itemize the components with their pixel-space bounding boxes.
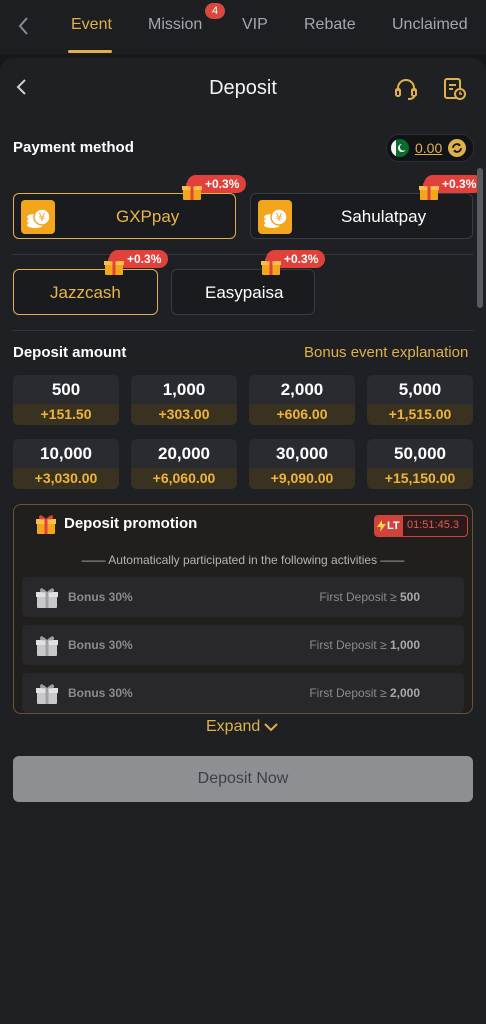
tab-event[interactable]: Event xyxy=(71,16,112,34)
svg-text:¥: ¥ xyxy=(276,211,283,224)
lt-label: LT xyxy=(387,520,400,532)
promotion-subtitle: —— Automatically participated in the fol… xyxy=(81,553,405,567)
lightning-icon: LT xyxy=(375,516,403,536)
amount-value: 20,000 xyxy=(158,444,210,463)
amount-option[interactable]: 500 +151.50 xyxy=(13,375,119,425)
coin-icon: ¥ xyxy=(21,200,55,234)
amount-option[interactable]: 10,000 +3,030.00 xyxy=(13,439,119,489)
amount-bonus: +1,515.00 xyxy=(367,404,473,425)
promotion-item: Bonus 30% First Deposit ≥ 2,000 xyxy=(22,673,464,713)
history-icon[interactable] xyxy=(442,76,468,102)
amount-bonus: +151.50 xyxy=(13,404,119,425)
amount-value: 10,000 xyxy=(40,444,92,463)
promotion-title: Deposit promotion xyxy=(64,515,198,532)
payment-option-easypaisa[interactable]: Easypaisa xyxy=(171,269,315,315)
amount-bonus: +9,090.00 xyxy=(249,468,355,489)
bonus-event-explanation-link[interactable]: Bonus event explanation xyxy=(304,344,468,361)
amount-option[interactable]: 30,000 +9,090.00 xyxy=(249,439,355,489)
balance-pill: 0.00 xyxy=(386,134,474,162)
amount-value: 50,000 xyxy=(394,444,446,463)
promotion-name: Bonus 30% xyxy=(68,638,133,652)
scrollbar[interactable] xyxy=(477,168,483,308)
gift-icon xyxy=(34,585,60,609)
nav-back-icon[interactable] xyxy=(14,14,34,38)
tab-vip[interactable]: VIP xyxy=(242,16,268,34)
mission-count-badge: 4 xyxy=(205,3,225,19)
gift-icon xyxy=(181,181,203,201)
gift-icon xyxy=(34,513,58,535)
countdown-timer: 01:51:45.3 xyxy=(407,519,459,531)
svg-text:¥: ¥ xyxy=(39,211,46,224)
coin-icon: ¥ xyxy=(258,200,292,234)
promotion-item: Bonus 30% First Deposit ≥ 500 xyxy=(22,577,464,617)
amount-option[interactable]: 2,000 +606.00 xyxy=(249,375,355,425)
deposit-now-button[interactable]: Deposit Now xyxy=(13,756,473,802)
amount-bonus: +303.00 xyxy=(131,404,237,425)
amount-option[interactable]: 1,000 +303.00 xyxy=(131,375,237,425)
gift-icon xyxy=(34,633,60,657)
promotion-condition: First Deposit ≥ 500 xyxy=(319,590,420,604)
flag-icon xyxy=(391,139,409,157)
amount-value: 30,000 xyxy=(276,444,328,463)
amount-value: 2,000 xyxy=(280,380,324,399)
amount-option[interactable]: 20,000 +6,060.00 xyxy=(131,439,237,489)
payment-option-jazzcash[interactable]: Jazzcash xyxy=(13,269,158,315)
tab-unclaimed[interactable]: Unclaimed xyxy=(392,16,468,34)
amount-option[interactable]: 5,000 +1,515.00 xyxy=(367,375,473,425)
active-tab-indicator xyxy=(68,50,112,53)
gift-icon xyxy=(34,681,60,705)
limited-time-timer: LT 01:51:45.3 xyxy=(374,515,468,537)
chevron-down-icon[interactable] xyxy=(262,718,280,736)
payment-option-label: Sahulatpay xyxy=(341,207,427,226)
promotion-condition: First Deposit ≥ 2,000 xyxy=(309,686,420,700)
promotion-condition: First Deposit ≥ 1,000 xyxy=(309,638,420,652)
amount-bonus: +606.00 xyxy=(249,404,355,425)
balance-amount[interactable]: 0.00 xyxy=(415,140,442,156)
refresh-icon[interactable] xyxy=(447,138,467,158)
promotion-name: Bonus 30% xyxy=(68,686,133,700)
tab-rebate[interactable]: Rebate xyxy=(304,16,356,34)
divider xyxy=(12,254,474,255)
promotion-name: Bonus 30% xyxy=(68,590,133,604)
amount-value: 500 xyxy=(51,380,81,399)
top-nav: Event Mission 4 VIP Rebate Unclaimed xyxy=(0,0,486,54)
gift-icon xyxy=(418,181,440,201)
tab-mission[interactable]: Mission xyxy=(148,16,202,34)
amount-bonus: +3,030.00 xyxy=(13,468,119,489)
amount-bonus: +15,150.00 xyxy=(367,468,473,489)
payment-option-label: Easypaisa xyxy=(205,283,284,302)
amount-bonus: +6,060.00 xyxy=(131,468,237,489)
expand-button[interactable]: Expand xyxy=(206,718,260,736)
payment-option-label: GXPpay xyxy=(116,207,180,226)
gift-icon xyxy=(260,256,282,276)
payment-method-title: Payment method xyxy=(13,139,134,156)
gift-icon xyxy=(103,256,125,276)
payment-option-label: Jazzcash xyxy=(50,283,121,302)
headset-icon[interactable] xyxy=(393,76,419,102)
divider xyxy=(12,330,474,331)
promotion-item: Bonus 30% First Deposit ≥ 1,000 xyxy=(22,625,464,665)
amount-value: 5,000 xyxy=(398,380,442,399)
deposit-amount-title: Deposit amount xyxy=(13,344,127,361)
deposit-promotion-panel: Deposit promotion LT 01:51:45.3 —— Autom… xyxy=(13,504,473,714)
amount-option[interactable]: 50,000 +15,150.00 xyxy=(367,439,473,489)
amount-value: 1,000 xyxy=(162,380,206,399)
